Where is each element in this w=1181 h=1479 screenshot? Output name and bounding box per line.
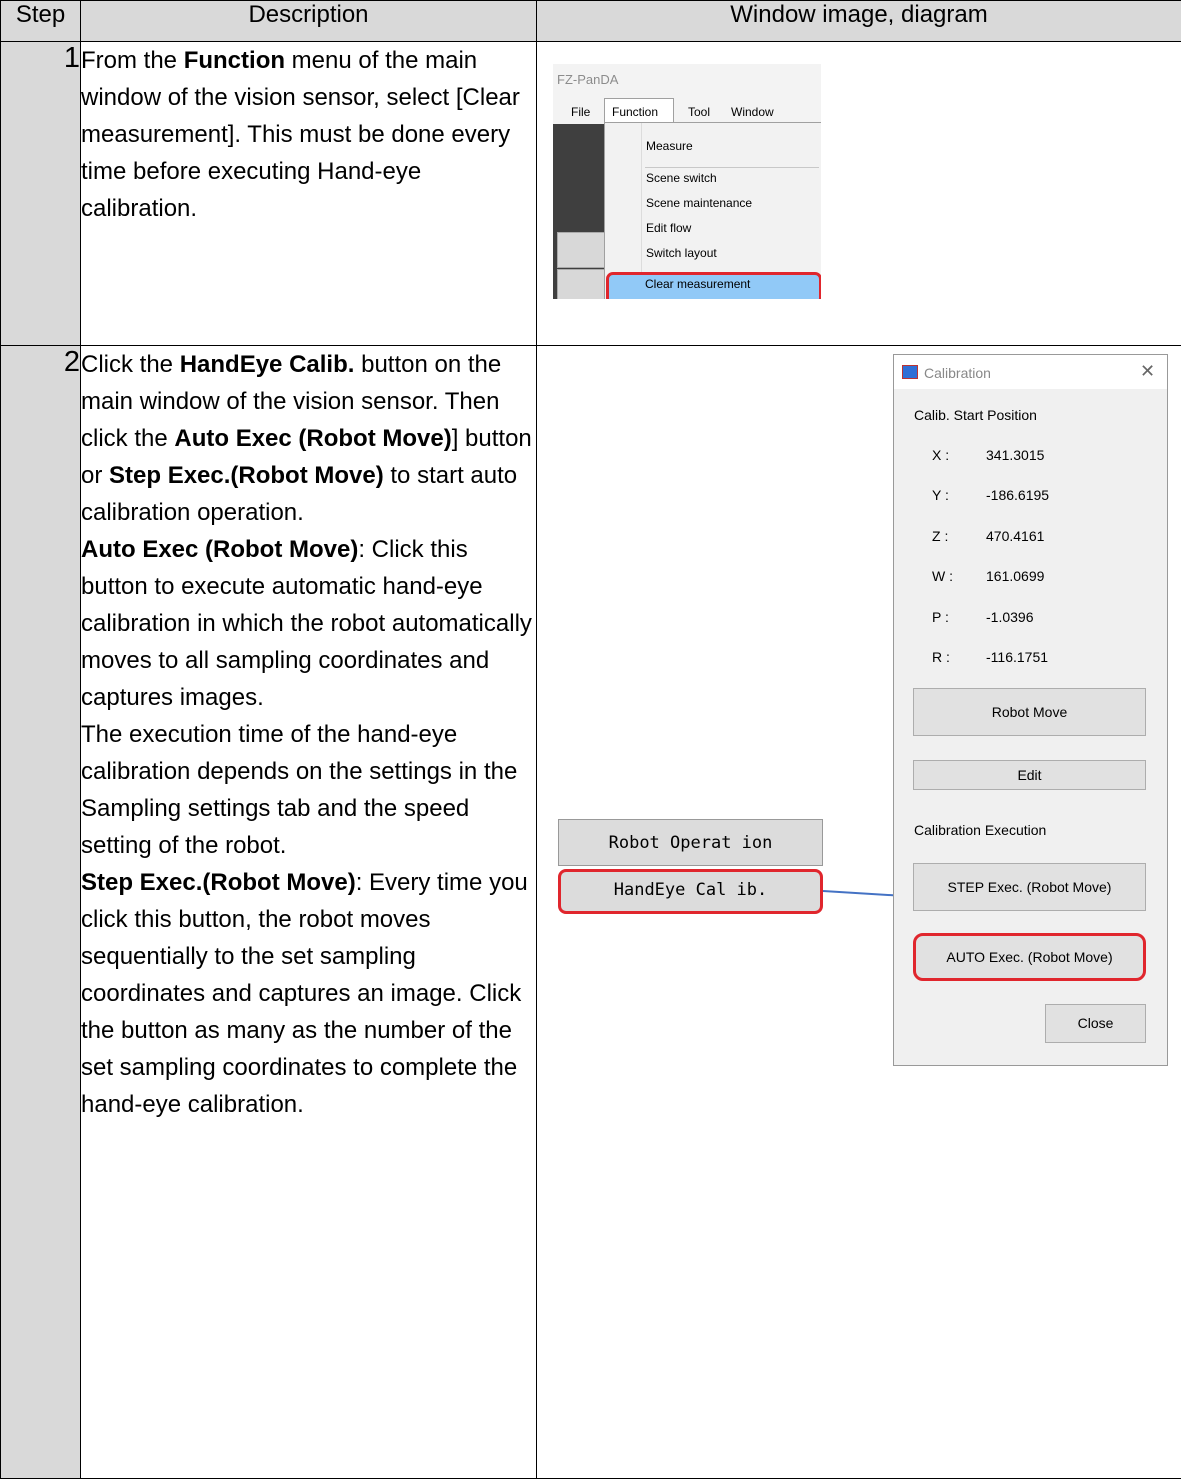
calibration-execution-label: Calibration Execution — [914, 822, 1047, 838]
header-description: Description — [80, 0, 537, 42]
bold-term: Auto Exec (Robot Move) — [81, 536, 359, 563]
calib-start-position-label: Calib. Start Position — [914, 407, 1037, 423]
window-title: FZ-PanDA — [557, 72, 619, 87]
menu-item-switch-layout[interactable]: Switch layout — [646, 246, 717, 260]
step-description: From the Function menu of the main windo… — [80, 41, 537, 346]
coord-value: 470.4161 — [986, 528, 1045, 544]
menu-item-measure[interactable]: Measure — [646, 139, 693, 153]
coord-value: -1.0396 — [986, 609, 1034, 625]
step-number: 2 — [0, 345, 81, 1479]
bold-term: Auto Exec (Robot Move) — [174, 425, 452, 452]
description-text: : Every time you click this button, the … — [81, 869, 528, 1118]
bold-term: Function — [183, 47, 286, 74]
coord-axis-label: W : — [932, 568, 953, 584]
side-button — [557, 269, 606, 299]
dialog-title: Calibration — [924, 365, 991, 381]
step2-image-cell: Robot Operat ion HandEye Cal ib. Calibra… — [536, 345, 1181, 1479]
edit-button[interactable]: Edit — [913, 760, 1146, 790]
step-row-1: 1 From the Function menu of the main win… — [0, 41, 1181, 346]
menu-separator — [645, 167, 819, 168]
description-text: The execution time of the hand-eye calib… — [81, 721, 518, 859]
menu-bar: File Function Tool Window — [553, 102, 821, 124]
auto-exec-button[interactable]: AUTO Exec. (Robot Move) — [913, 933, 1146, 981]
header-row: Step Description Window image, diagram — [0, 0, 1181, 42]
menu-item-edit-flow[interactable]: Edit flow — [646, 221, 691, 235]
close-button[interactable]: Close — [1045, 1004, 1146, 1043]
step2-description-text: Click the HandEye Calib. button on the m… — [81, 346, 536, 1123]
menu-file[interactable]: File — [571, 105, 590, 119]
coord-axis-label: R : — [932, 649, 950, 665]
procedure-table: Step Description Window image, diagram 1… — [0, 0, 1181, 1479]
coord-axis-label: X : — [932, 447, 950, 463]
bold-term: Step Exec.(Robot Move) — [109, 462, 384, 489]
menu-item-scene-switch[interactable]: Scene switch — [646, 171, 717, 185]
coord-value: 341.3015 — [986, 447, 1045, 463]
step-row-2: 2 Click the HandEye Calib. button on the… — [0, 345, 1181, 1479]
header-step: Step — [0, 0, 81, 42]
dialog-titlebar: Calibration ✕ — [894, 355, 1167, 389]
step1-image-cell: FZ-PanDA File Function Tool Window Measu… — [536, 41, 1181, 346]
app-icon — [902, 365, 918, 379]
coord-axis-label: P : — [932, 609, 949, 625]
handeye-calib-button[interactable]: HandEye Cal ib. — [558, 869, 823, 914]
close-icon[interactable]: ✕ — [1140, 361, 1155, 382]
coord-value: -186.6195 — [986, 487, 1050, 503]
coord-axis-label: Z : — [932, 528, 949, 544]
description-text: Click the — [81, 351, 180, 378]
description-text: From the — [81, 47, 184, 74]
menu-tool[interactable]: Tool — [688, 105, 710, 119]
menu-function[interactable]: Function — [612, 105, 658, 119]
calibration-dialog: Calibration ✕ Calib. Start Position X : 3… — [893, 354, 1168, 1066]
menu-item-scene-maintenance[interactable]: Scene maintenance — [646, 196, 752, 210]
coord-value: -116.1751 — [986, 649, 1049, 665]
bold-term: HandEye Calib. — [179, 351, 355, 378]
step-number: 1 — [0, 41, 81, 346]
side-button — [557, 232, 606, 268]
menu-item-clear-measurement[interactable]: Clear measurement — [645, 277, 750, 291]
robot-operation-button[interactable]: Robot Operat ion — [558, 819, 823, 866]
bold-term: Step Exec.(Robot Move) — [81, 869, 356, 896]
coord-axis-label: Y : — [932, 487, 949, 503]
robot-move-button[interactable]: Robot Move — [913, 688, 1146, 736]
step-description: Click the HandEye Calib. button on the m… — [80, 345, 537, 1479]
menu-screenshot: FZ-PanDA File Function Tool Window Measu… — [553, 64, 821, 299]
step1-description-text: From the Function menu of the main windo… — [81, 42, 536, 227]
header-window-image: Window image, diagram — [536, 0, 1181, 42]
step-exec-button[interactable]: STEP Exec. (Robot Move) — [913, 863, 1146, 911]
coord-value: 161.0699 — [986, 568, 1045, 584]
menu-window[interactable]: Window — [731, 105, 774, 119]
